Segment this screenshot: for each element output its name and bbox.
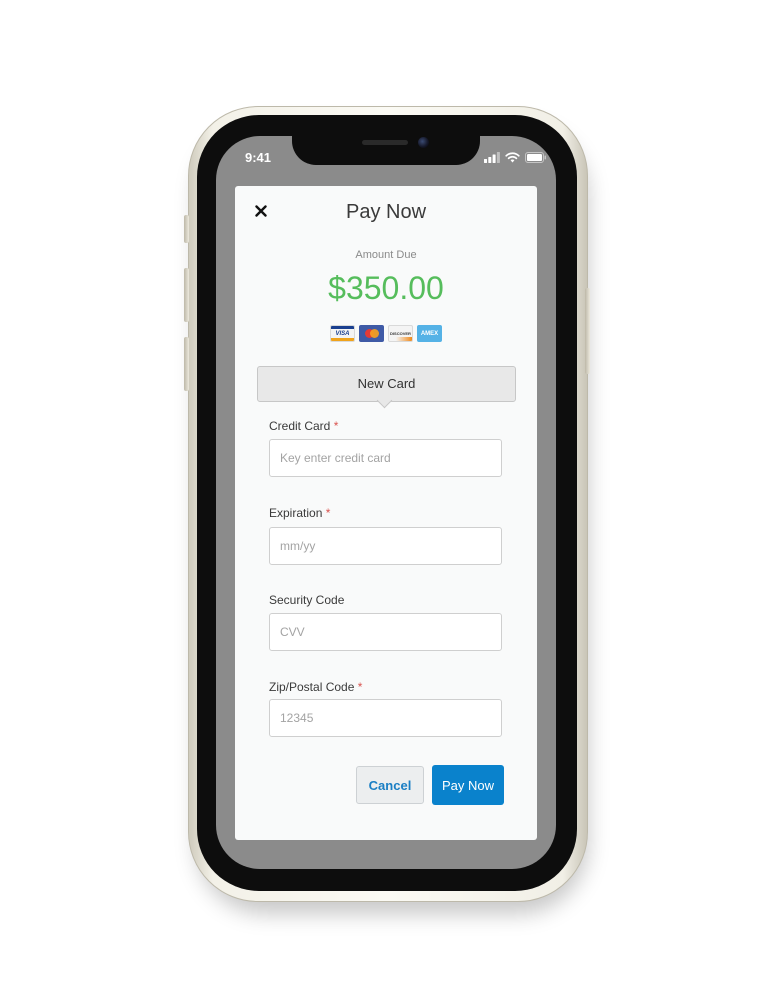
status-time: 9:41 (245, 150, 272, 165)
expiration-label-text: Expiration (269, 506, 323, 520)
visa-logo-text: VISA (335, 330, 350, 337)
front-camera (418, 137, 429, 148)
expiration-input[interactable] (269, 527, 502, 565)
credit-card-label: Credit Card * (269, 419, 338, 433)
amex-card-icon: AMEX (417, 325, 442, 342)
mastercard-card-icon (359, 325, 384, 342)
credit-card-label-text: Credit Card (269, 419, 331, 433)
power-button (585, 288, 590, 374)
status-icons (484, 150, 547, 164)
payment-modal: Pay Now Amount Due $350.00 VISA DISCOVER… (235, 186, 537, 840)
security-code-label: Security Code (269, 593, 344, 607)
signal-icon (484, 151, 500, 163)
pay-now-button[interactable]: Pay Now (432, 765, 504, 805)
accepted-cards: VISA DISCOVER AMEX (330, 325, 442, 342)
notch (292, 131, 480, 165)
modal-title: Pay Now (345, 201, 427, 223)
volume-down-button (184, 337, 189, 391)
discover-card-icon: DISCOVER (388, 325, 413, 342)
discover-logo-text: DISCOVER (390, 331, 411, 336)
security-code-input[interactable] (269, 613, 502, 651)
amount-due-value: $350.00 (328, 270, 444, 306)
required-marker: * (357, 680, 363, 694)
required-marker: * (333, 419, 339, 433)
amount-due-label: Amount Due (355, 249, 417, 261)
volume-up-button (184, 268, 189, 322)
credit-card-input[interactable] (269, 439, 502, 477)
security-code-label-text: Security Code (269, 593, 345, 607)
wifi-icon (505, 151, 520, 162)
zip-code-label-text: Zip/Postal Code (269, 680, 355, 694)
expiration-label: Expiration * (269, 506, 330, 520)
zip-code-label: Zip/Postal Code * (269, 680, 362, 694)
visa-card-icon: VISA (330, 325, 355, 342)
battery-icon (525, 151, 546, 163)
mute-switch (184, 215, 189, 243)
required-marker: * (325, 506, 331, 520)
amex-logo-text: AMEX (420, 330, 439, 337)
zip-code-input[interactable] (269, 699, 502, 737)
cancel-button[interactable]: Cancel (356, 766, 424, 804)
speaker-grille (362, 140, 408, 145)
